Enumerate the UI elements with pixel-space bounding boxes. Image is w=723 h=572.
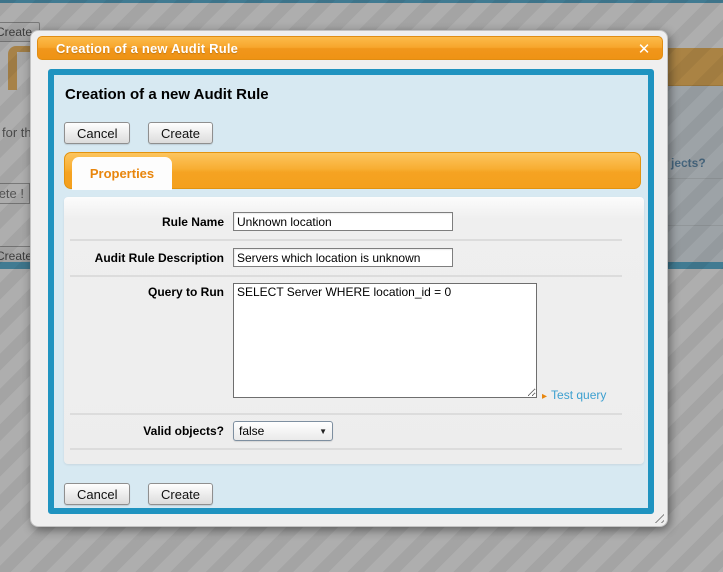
test-query-link[interactable]: ▸ Test query xyxy=(542,388,606,402)
field-separator xyxy=(70,413,622,415)
close-icon[interactable]: ✕ xyxy=(634,37,654,61)
valid-objects-label: Valid objects? xyxy=(64,424,224,438)
page-title: Creation of a new Audit Rule xyxy=(65,86,269,103)
dialog-title: Creation of a new Audit Rule xyxy=(38,41,238,56)
cancel-button-top[interactable]: Cancel xyxy=(64,122,130,144)
dialog-titlebar[interactable]: Creation of a new Audit Rule ✕ xyxy=(37,36,663,60)
field-separator xyxy=(70,275,622,277)
test-query-label: Test query xyxy=(551,388,606,402)
description-label: Audit Rule Description xyxy=(64,251,224,265)
create-button-bottom[interactable]: Create xyxy=(148,483,213,505)
properties-form-panel: Rule Name Audit Rule Description Query t… xyxy=(64,197,644,464)
tab-properties[interactable]: Properties xyxy=(72,157,172,190)
rule-name-label: Rule Name xyxy=(64,215,224,229)
query-textarea[interactable]: SELECT Server WHERE location_id = 0 xyxy=(233,283,537,398)
query-label: Query to Run xyxy=(64,285,224,299)
audit-rule-dialog: Creation of a new Audit Rule ✕ Creation … xyxy=(30,30,668,527)
field-separator xyxy=(70,239,622,241)
rule-name-input[interactable] xyxy=(233,212,453,231)
chevron-down-icon: ▼ xyxy=(319,427,327,436)
valid-objects-select[interactable]: false ▼ xyxy=(233,421,333,441)
cancel-button-bottom[interactable]: Cancel xyxy=(64,483,130,505)
dialog-content: Creation of a new Audit Rule Cancel Crea… xyxy=(48,69,654,514)
tab-bar: Properties xyxy=(64,152,641,189)
description-input[interactable] xyxy=(233,248,453,267)
create-button-top[interactable]: Create xyxy=(148,122,213,144)
field-separator xyxy=(70,448,622,450)
triangle-bullet-icon: ▸ xyxy=(542,391,547,402)
valid-objects-value: false xyxy=(239,424,264,438)
screen: Create for th ete ! Create jects? Creati… xyxy=(0,0,723,572)
